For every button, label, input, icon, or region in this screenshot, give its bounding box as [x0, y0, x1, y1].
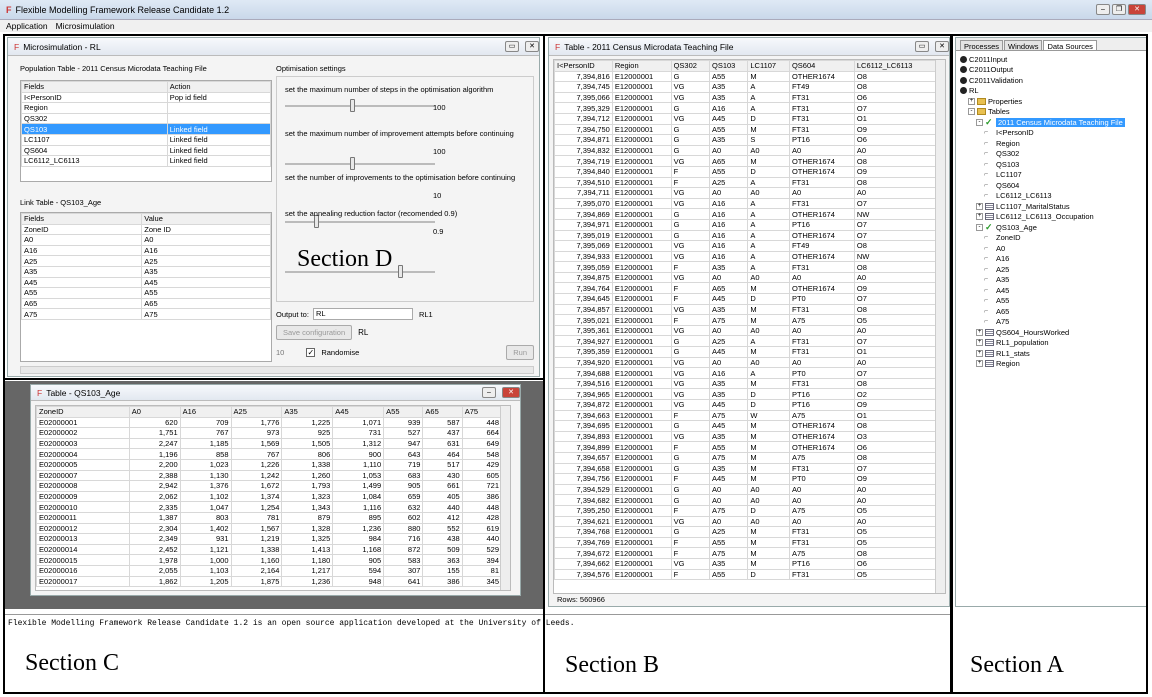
section-b-label: Section B	[565, 652, 659, 678]
section-a-label: Section A	[970, 652, 1064, 678]
section-c-label: Section C	[25, 650, 119, 676]
app-title: Flexible Modelling Framework Release Can…	[15, 4, 230, 15]
restore-icon[interactable]: ❐	[1112, 4, 1126, 15]
menu-application[interactable]: Application	[6, 21, 48, 31]
section-a-box	[950, 34, 1148, 694]
app-title-bar: F Flexible Modelling Framework Release C…	[0, 0, 1152, 20]
menu-bar: Application Microsimulation	[0, 20, 1152, 32]
section-c-box	[3, 378, 545, 694]
minimize-icon[interactable]: –	[1096, 4, 1110, 15]
close-icon[interactable]: ✕	[1128, 4, 1146, 15]
section-d-box	[3, 34, 545, 380]
menu-microsimulation[interactable]: Microsimulation	[56, 21, 115, 31]
section-b-box	[543, 34, 953, 694]
section-d-label: Section D	[297, 246, 393, 272]
app-icon: F	[6, 4, 12, 15]
